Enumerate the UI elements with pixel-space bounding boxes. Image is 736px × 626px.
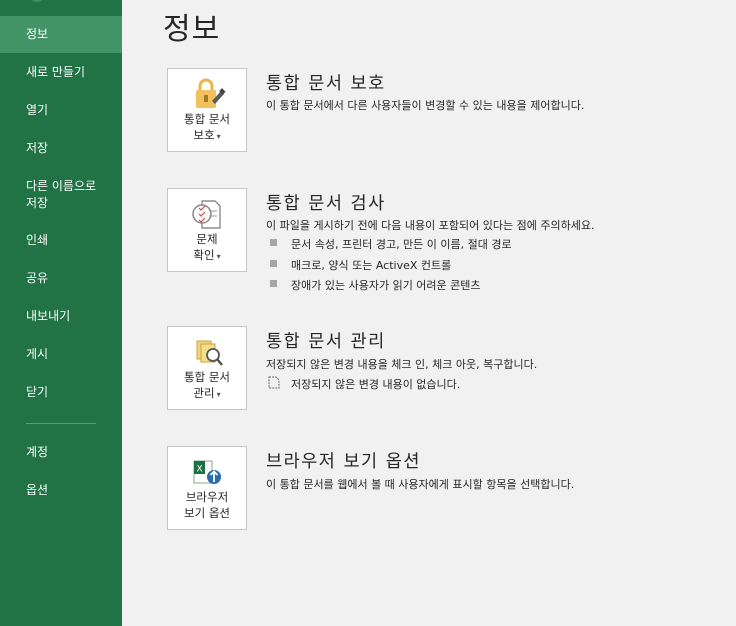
- inspect-description: 이 파일을 게시하기 전에 다음 내용이 포함되어 있다는 점에 주의하세요.: [266, 219, 595, 232]
- nav-item-publish[interactable]: 게시: [0, 346, 122, 363]
- chevron-down-icon: ▾: [216, 390, 221, 399]
- nav-item-options[interactable]: 옵션: [0, 482, 122, 499]
- unsaved-document-icon: [268, 376, 280, 389]
- back-button[interactable]: [30, 0, 44, 2]
- chevron-down-icon: ▾: [216, 132, 221, 141]
- nav-item-account[interactable]: 계정: [0, 444, 122, 461]
- backstage-sidebar: 정보 새로 만들기 열기 저장 다른 이름으로 저장 인쇄 공유 내보내기 게시…: [0, 0, 122, 626]
- nav-item-print[interactable]: 인쇄: [0, 232, 122, 249]
- inspect-title: 통합 문서 검사: [266, 194, 386, 214]
- nav-item-new[interactable]: 새로 만들기: [0, 64, 122, 81]
- browser-view-options-button[interactable]: X 브라우저 보기 옵션: [167, 446, 247, 530]
- bullet-icon: [270, 280, 277, 287]
- nav-item-open[interactable]: 열기: [0, 102, 122, 119]
- excel-web-icon: X: [193, 460, 221, 484]
- manage-workbook-icon: [196, 340, 223, 366]
- protect-title: 통합 문서 보호: [266, 74, 386, 94]
- manage-workbook-button[interactable]: 통합 문서 관리 ▾: [167, 326, 247, 410]
- nav-item-share[interactable]: 공유: [0, 270, 122, 287]
- inspect-bullet: 장애가 있는 사용자가 읽기 어려운 콘텐츠: [291, 279, 481, 292]
- chevron-down-icon: ▾: [216, 252, 221, 261]
- nav-divider: [26, 423, 96, 424]
- svg-text:X: X: [197, 465, 203, 475]
- inspect-document-icon: [192, 200, 221, 229]
- inspect-button-label: 문제 확인 ▾: [193, 232, 221, 262]
- browser-description: 이 통합 문서를 웹에서 볼 때 사용자에게 표시할 항목을 선택합니다.: [266, 478, 575, 491]
- nav-item-info[interactable]: 정보: [0, 16, 122, 53]
- inspect-bullet: 매크로, 양식 또는 ActiveX 컨트롤: [291, 259, 452, 272]
- nav-item-save-as[interactable]: 다른 이름으로 저장: [0, 178, 122, 212]
- browser-button-label: 브라우저 보기 옵션: [184, 490, 230, 520]
- manage-title: 통합 문서 관리: [266, 332, 386, 352]
- check-for-issues-button[interactable]: 문제 확인 ▾: [167, 188, 247, 272]
- protect-button-label: 통합 문서 보호 ▾: [184, 112, 230, 142]
- inspect-bullet: 문서 속성, 프린터 경고, 만든 이 이름, 절대 경로: [291, 238, 512, 251]
- nav-item-close[interactable]: 닫기: [0, 384, 122, 401]
- manage-button-label: 통합 문서 관리 ▾: [184, 370, 230, 400]
- bullet-icon: [270, 260, 277, 267]
- page-title: 정보: [163, 12, 221, 47]
- nav-item-export[interactable]: 내보내기: [0, 308, 122, 325]
- manage-description: 저장되지 않은 변경 내용을 체크 인, 체크 아웃, 복구합니다.: [266, 358, 538, 371]
- browser-title: 브라우저 보기 옵션: [266, 452, 421, 472]
- nav-item-save[interactable]: 저장: [0, 140, 122, 157]
- lock-icon: [196, 78, 226, 108]
- manage-note: 저장되지 않은 변경 내용이 없습니다.: [291, 378, 461, 391]
- protect-workbook-button[interactable]: 통합 문서 보호 ▾: [167, 68, 247, 152]
- protect-description: 이 통합 문서에서 다른 사용자들이 변경할 수 있는 내용을 제어합니다.: [266, 99, 585, 112]
- bullet-icon: [270, 239, 277, 246]
